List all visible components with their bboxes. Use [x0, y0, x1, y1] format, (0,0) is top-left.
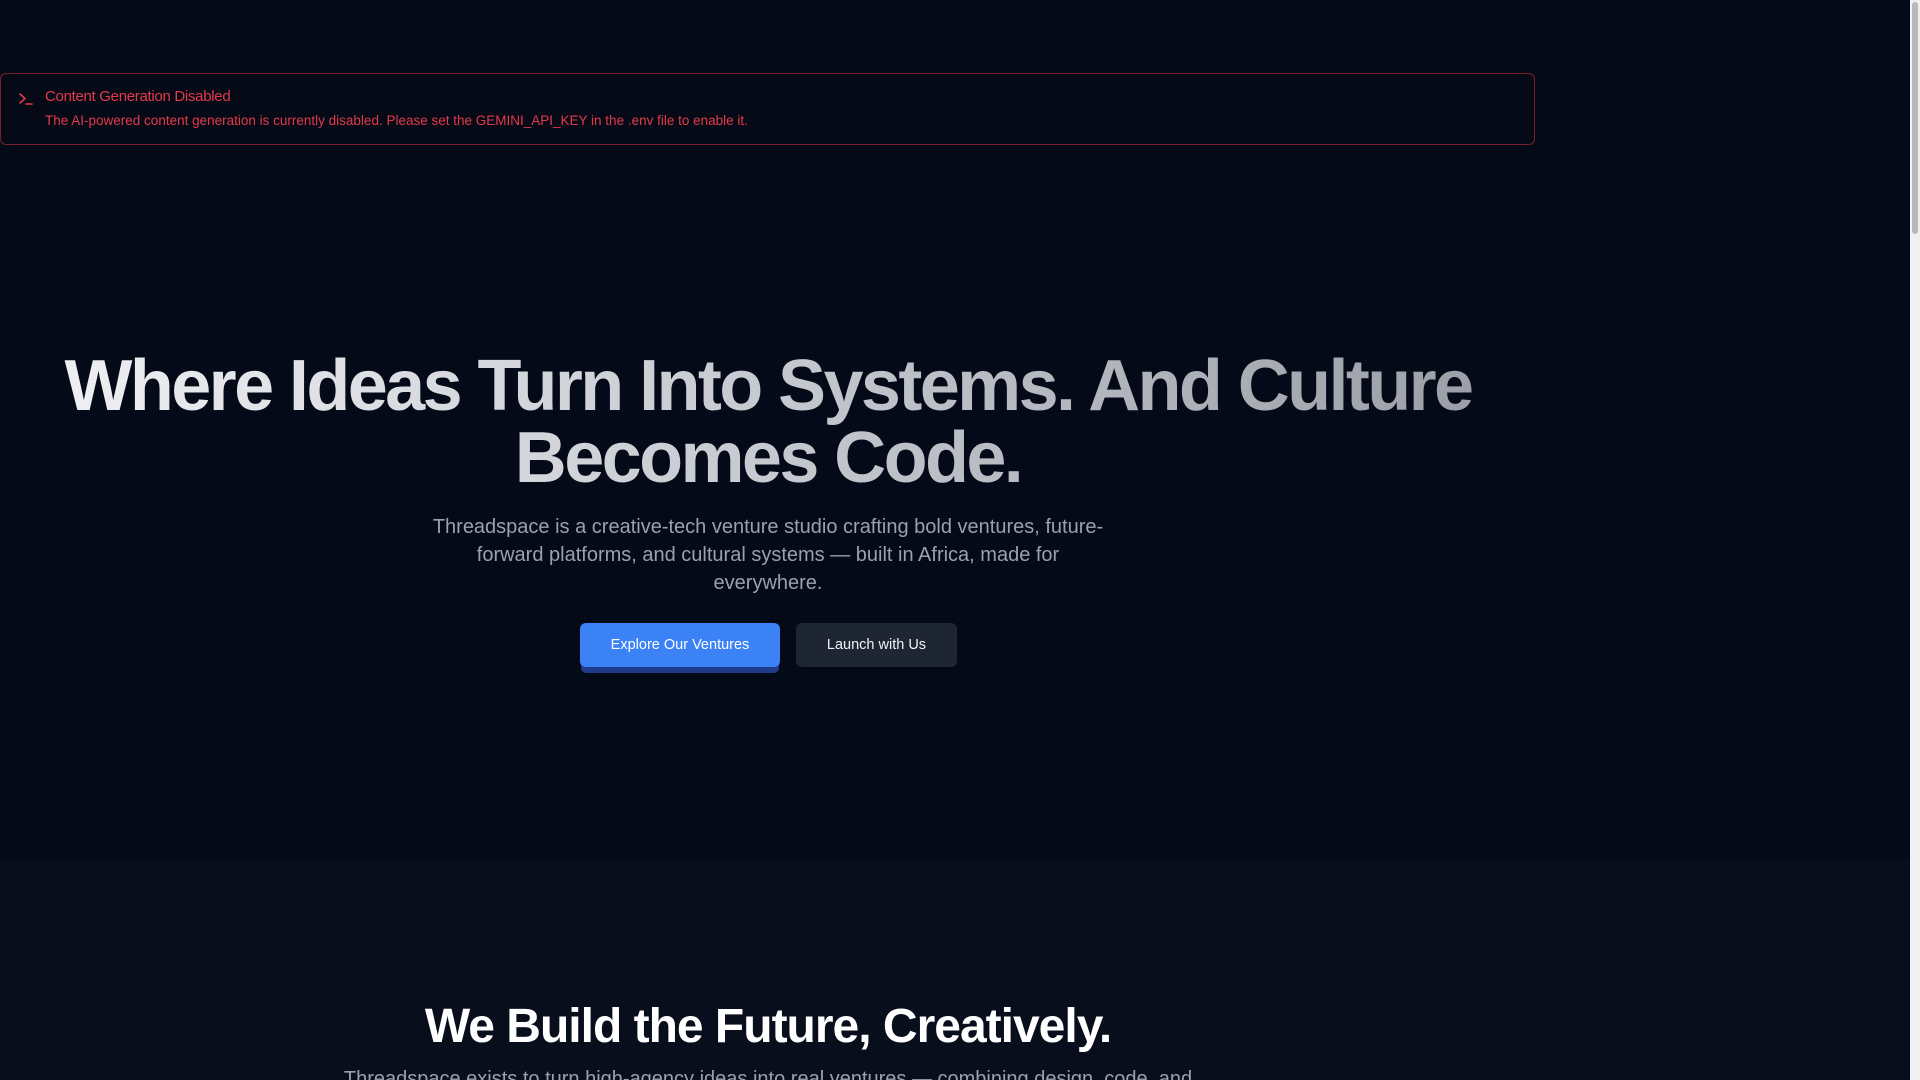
browser-viewport: Content Generation Disabled The AI-power… — [0, 0, 1920, 1080]
about-title: We Build the Future, Creatively. — [424, 1000, 1112, 1053]
about-section: We Build the Future, Creatively. Threads… — [0, 859, 1910, 1080]
explore-ventures-button[interactable]: Explore Our Ventures — [580, 623, 780, 667]
hero-section: Content Generation Disabled The AI-power… — [0, 0, 1910, 859]
launch-with-us-button[interactable]: Launch with Us — [796, 623, 957, 667]
page-scrollbar[interactable] — [1910, 0, 1920, 1080]
alert-title: Content Generation Disabled — [45, 88, 231, 105]
content-disabled-alert: Content Generation Disabled The AI-power… — [0, 73, 1535, 145]
about-text: Threadspace exists to turn high-agency i… — [343, 1068, 1193, 1080]
alert-description: The AI-powered content generation is cur… — [45, 113, 748, 128]
hero-subtitle: Threadspace is a creative-tech venture s… — [432, 516, 1104, 594]
terminal-icon — [19, 93, 33, 105]
scrollbar-thumb[interactable] — [1912, 2, 1918, 234]
page-content: Content Generation Disabled The AI-power… — [0, 0, 1910, 1080]
hero-title: Where Ideas Turn Into Systems. And Cultu… — [40, 350, 1496, 494]
